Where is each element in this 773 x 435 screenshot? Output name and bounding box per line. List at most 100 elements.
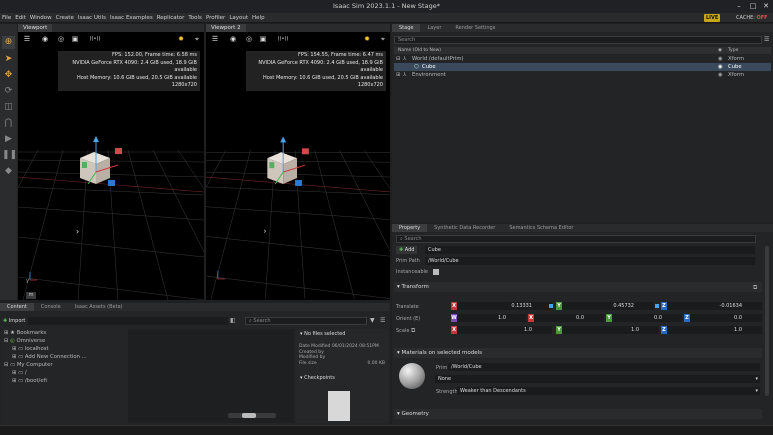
snap-tool-icon[interactable]: ⋂ xyxy=(2,117,15,130)
translate-z-field[interactable]: -0.01634 xyxy=(667,302,762,310)
import-button[interactable]: ✚ Import xyxy=(3,317,25,325)
camera-icon[interactable]: ◉ xyxy=(228,34,238,44)
prim-name-field[interactable]: Cube xyxy=(425,246,755,254)
visibility-icon[interactable]: ◉ xyxy=(718,55,723,63)
move-tool-icon[interactable]: ✥ xyxy=(2,69,15,82)
tree-boot-efi[interactable]: ⊞ ▭ /boot/efi xyxy=(12,377,47,385)
menu-tools[interactable]: Tools xyxy=(186,13,204,23)
menu-edit[interactable]: Edit xyxy=(13,13,28,23)
menu-profiler[interactable]: Profiler xyxy=(204,13,227,23)
zoom-slider[interactable] xyxy=(228,413,276,418)
visibility-icon[interactable]: ◉ xyxy=(718,71,723,79)
tree-bookmarks[interactable]: ⊞ ★ Bookmarks xyxy=(4,329,46,337)
eye-icon[interactable]: ◎ xyxy=(244,34,254,44)
hamburger-icon[interactable]: ☰ xyxy=(210,34,220,44)
live-badge[interactable]: LIVE xyxy=(704,14,721,22)
orient-w-field[interactable]: 1.0 xyxy=(457,314,526,322)
orient-y-field[interactable]: 0.0 xyxy=(612,314,682,322)
lighting-icon[interactable]: ✹ xyxy=(176,34,186,44)
tab-property[interactable]: Property xyxy=(392,224,428,232)
stage-row-cube[interactable]: ⬡ Cube ◉ Cube xyxy=(394,63,771,71)
viewport-2[interactable]: Viewport 2 ☰ ◉ ◎ ▣ ((•)) ✹ ⌖ FPS: 154.55… xyxy=(206,24,390,300)
menu-replicator[interactable]: Replicator xyxy=(155,13,187,23)
property-scrollbar[interactable] xyxy=(765,246,769,396)
select-tool-icon[interactable]: ⊕ xyxy=(2,36,15,49)
scale-z-field[interactable]: 1.0 xyxy=(667,326,762,334)
minimize-button[interactable]: – xyxy=(732,0,746,13)
content-file-area[interactable] xyxy=(128,329,294,423)
expand-icon[interactable]: ⊞ xyxy=(396,71,400,79)
pin-icon[interactable]: ⌖ xyxy=(378,34,388,44)
camera-icon[interactable]: ◉ xyxy=(40,34,50,44)
scale-x-field[interactable]: 1.0 xyxy=(457,326,552,334)
scale-y-field[interactable]: 1.0 xyxy=(562,326,659,334)
viewport-1[interactable]: Viewport ☰ ◉ ◎ ▣ ((•)) ✹ ⌖ FPS: 152.00, … xyxy=(18,24,204,300)
tab-semantics-schema-editor[interactable]: Semantics Schema Editor xyxy=(502,224,580,232)
col-name[interactable]: Name (Old to New) xyxy=(398,47,441,54)
pin-icon[interactable]: ⌖ xyxy=(192,34,202,44)
menu-isaac-utils[interactable]: Isaac Utils xyxy=(76,13,108,23)
translate-y-field[interactable]: 0.45732 xyxy=(562,302,654,310)
translate-x-field[interactable]: 0.13331 xyxy=(457,302,552,310)
menu-help[interactable]: Help xyxy=(250,13,267,23)
content-search-input[interactable]: ⌕ Search xyxy=(245,317,367,325)
scale-tool-icon[interactable]: ◫ xyxy=(2,101,15,114)
material-select[interactable]: None ▾ xyxy=(435,375,760,383)
film-icon[interactable]: ▣ xyxy=(70,34,80,44)
tree-my-computer[interactable]: ⊟ ▭ My Computer xyxy=(4,361,53,369)
pause-button-icon[interactable]: ❚❚ xyxy=(2,149,17,162)
close-button[interactable]: ✕ xyxy=(759,0,773,13)
transform-menu-icon[interactable]: ⧉ xyxy=(753,284,757,292)
tree-root[interactable]: ⊞ ▭ / xyxy=(12,369,27,377)
filter-icon[interactable]: ▼ xyxy=(370,317,375,324)
stage-row-environment[interactable]: ⊞ ⅄ Environment ◉ Xform xyxy=(394,71,771,79)
lighting-icon[interactable]: ✹ xyxy=(362,34,372,44)
play-button-icon[interactable]: ▶ xyxy=(2,133,15,146)
filter-icon[interactable]: ☰ xyxy=(764,36,772,44)
keyframe-icon[interactable] xyxy=(549,304,553,308)
units-badge[interactable]: m xyxy=(26,292,36,299)
checkpoints-header[interactable]: ▾ Checkpoints xyxy=(300,375,335,381)
menu-icon[interactable]: ☰ xyxy=(380,317,385,324)
cache-status[interactable]: CACHE: OFF xyxy=(736,14,768,22)
menu-isaac-examples[interactable]: Isaac Examples xyxy=(108,13,155,23)
link-icon[interactable]: ⧉ xyxy=(411,327,415,335)
stop-button-icon[interactable]: ◆ xyxy=(2,165,15,178)
visibility-icon[interactable]: ◉ xyxy=(718,63,723,71)
path-field[interactable] xyxy=(28,317,228,325)
eye-icon[interactable]: ◎ xyxy=(56,34,66,44)
keyframe-icon[interactable] xyxy=(655,304,659,308)
zoom-slider-thumb[interactable] xyxy=(242,413,256,418)
property-search-input[interactable]: ⌕ Search xyxy=(396,235,756,243)
rotate-tool-icon[interactable]: ⟳ xyxy=(2,85,15,98)
tab-content[interactable]: Content xyxy=(0,303,34,311)
menu-create[interactable]: Create xyxy=(54,13,76,23)
menu-window[interactable]: Window xyxy=(28,13,54,23)
prim-path-field[interactable]: /World/Cube xyxy=(425,257,755,265)
tab-console[interactable]: Console xyxy=(34,303,68,311)
menu-layout[interactable]: Layout xyxy=(227,13,250,23)
instanceable-checkbox[interactable] xyxy=(433,269,439,275)
tab-viewport-2[interactable]: Viewport 2 xyxy=(206,24,246,32)
tab-isaac-assets[interactable]: Isaac Assets (Beta) xyxy=(68,303,130,311)
transform-section-header[interactable]: ▾ Transform xyxy=(394,282,762,292)
collapse-icon[interactable]: ⊟ xyxy=(396,55,400,63)
stage-search-input[interactable]: Search xyxy=(394,36,762,44)
add-button[interactable]: ✚ Add xyxy=(396,246,418,254)
stereo-icon[interactable]: ((•)) xyxy=(88,34,102,44)
material-preview[interactable] xyxy=(399,363,425,389)
stage-row-world[interactable]: ⊟ ⅄ World (defaultPrim) ◉ Xform xyxy=(394,55,771,63)
tab-synthetic-data-recorder[interactable]: Synthetic Data Recorder xyxy=(427,224,502,232)
film-icon[interactable]: ▣ xyxy=(258,34,268,44)
geometry-section-header[interactable]: ▾ Geometry xyxy=(394,409,762,419)
nav-icon[interactable]: ◧ xyxy=(230,317,236,324)
orient-z-field[interactable]: 0.0 xyxy=(690,314,762,322)
tree-localhost[interactable]: ⊞ ▭ localhost xyxy=(12,345,49,353)
material-prim-field[interactable]: /World/Cube xyxy=(448,363,760,371)
tree-omniverse[interactable]: ⊟ ◎ Omniverse xyxy=(4,337,45,345)
tab-stage[interactable]: Stage xyxy=(392,24,421,32)
hamburger-icon[interactable]: ☰ xyxy=(22,34,32,44)
stereo-icon[interactable]: ((•)) xyxy=(276,34,290,44)
tab-viewport[interactable]: Viewport xyxy=(18,24,53,32)
maximize-button[interactable]: □ xyxy=(746,0,760,13)
